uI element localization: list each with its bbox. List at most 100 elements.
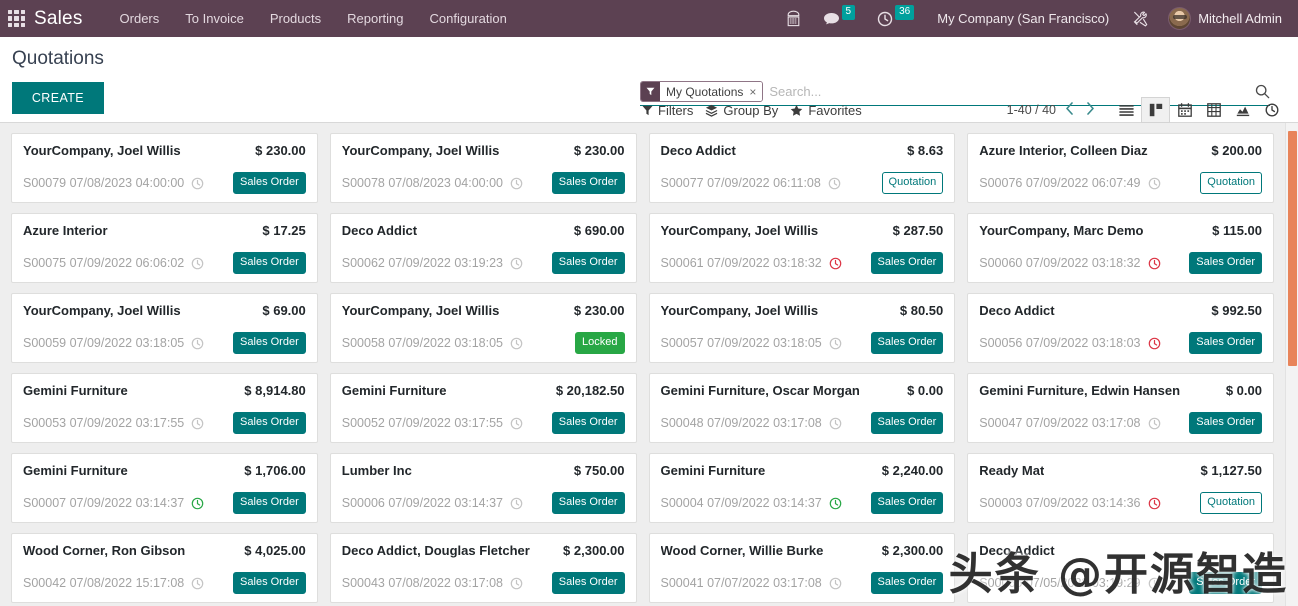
kanban-cell: Gemini Furniture $ 8,914.80 S00053 07/09/2… (5, 368, 324, 448)
kanban-card-header: Gemini Furniture $ 8,914.80 (23, 383, 306, 398)
kanban-card[interactable]: Wood Corner, Willie Burke $ 2,300.00 S0004… (648, 533, 956, 603)
messages-button[interactable]: 5 (812, 3, 867, 34)
filter-funnel-icon (642, 105, 653, 115)
activity-clock-icon[interactable] (1148, 577, 1161, 590)
activity-clock-icon[interactable] (191, 417, 204, 430)
kanban-card-header: Deco Addict $ 992.50 (979, 303, 1262, 318)
kanban-card[interactable]: Lumber Inc $ 750.00 S00006 07/09/2022 03:1… (329, 453, 637, 523)
kanban-card[interactable]: Gemini Furniture $ 8,914.80 S00053 07/09/2… (11, 373, 318, 443)
activity-clock-icon[interactable] (829, 417, 842, 430)
activity-clock-icon[interactable] (828, 177, 841, 190)
order-reference: S00065 07/05/2022 03:19:29 (979, 576, 1141, 590)
kanban-card[interactable]: Gemini Furniture $ 2,240.00 S00004 07/09/2… (648, 453, 956, 523)
pager-previous-icon[interactable] (1062, 102, 1077, 118)
activity-clock-icon[interactable] (829, 257, 842, 270)
activity-clock-icon[interactable] (1148, 417, 1161, 430)
activity-clock-icon-svg (191, 257, 204, 269)
kanban-card-footer: S00077 07/09/2022 06:11:08 Quotation (661, 172, 944, 194)
kanban-card-header: YourCompany, Joel Willis $ 230.00 (342, 143, 625, 158)
kanban-card[interactable]: YourCompany, Joel Willis $ 230.00 S00078 0… (329, 133, 637, 203)
activity-clock-icon[interactable] (1148, 337, 1161, 350)
activity-clock-icon[interactable] (191, 257, 204, 270)
kanban-card-header: Deco Addict, Douglas Fletcher $ 2,300.00 (342, 543, 625, 558)
tools-icon[interactable] (1121, 2, 1160, 35)
kanban-card[interactable]: Deco Addict $ 992.50 S00056 07/09/2022 03:… (967, 293, 1274, 363)
activity-clock-icon[interactable] (510, 337, 523, 350)
activity-clock-icon[interactable] (829, 337, 842, 350)
kanban-card[interactable]: Ready Mat $ 1,127.50 S00003 07/09/2022 03:… (967, 453, 1274, 523)
customer-name: Deco Addict (341, 223, 418, 238)
activity-clock-icon[interactable] (510, 257, 523, 270)
filters-dropdown[interactable]: Filters (640, 99, 703, 122)
activity-clock-icon[interactable] (1148, 497, 1161, 510)
kanban-card[interactable]: YourCompany, Joel Willis $ 230.00 S00058 0… (329, 293, 637, 363)
kanban-card[interactable]: YourCompany, Joel Willis $ 230.00 S00079 0… (11, 133, 318, 203)
status-badge: Sales Order (870, 332, 944, 354)
kanban-card[interactable]: YourCompany, Marc Demo $ 115.00 S00060 07/… (967, 213, 1274, 283)
menu-item-orders[interactable]: Orders (107, 1, 173, 36)
activity-clock-icon-svg (510, 497, 523, 509)
kanban-card[interactable]: Wood Corner, Ron Gibson $ 4,025.00 S00042 … (11, 533, 318, 603)
kanban-card[interactable]: Azure Interior, Colleen Diaz $ 200.00 S000… (967, 133, 1274, 203)
kanban-card[interactable]: Gemini Furniture, Oscar Morgan $ 0.00 S000… (648, 373, 956, 443)
kanban-card[interactable]: Deco Addict $ 690.00 S00062 07/09/2022 03:… (329, 213, 637, 283)
kanban-card[interactable]: Deco Addict $ 8.63 S00077 07/09/2022 06:11… (648, 133, 956, 203)
activity-clock-icon[interactable] (510, 177, 523, 190)
activity-clock-icon[interactable] (510, 417, 523, 430)
activity-clock-icon[interactable] (829, 497, 842, 510)
menu-item-to-invoice[interactable]: To Invoice (172, 1, 257, 36)
activity-clock-icon[interactable] (1148, 177, 1161, 190)
view-calendar-button[interactable] (1170, 97, 1199, 123)
view-pivot-button[interactable] (1199, 97, 1228, 123)
activity-clock-icon-svg (510, 417, 523, 429)
kanban-card[interactable]: YourCompany, Joel Willis $ 80.50 S00057 07… (648, 293, 956, 363)
activities-badge: 36 (895, 5, 915, 20)
activity-clock-icon[interactable] (191, 497, 204, 510)
pager-next-icon[interactable] (1083, 102, 1098, 118)
menu-item-configuration[interactable]: Configuration (417, 1, 520, 36)
user-menu[interactable]: Mitchell Admin (1160, 2, 1288, 35)
favorites-dropdown[interactable]: Favorites (788, 99, 871, 122)
menu-item-reporting[interactable]: Reporting (334, 1, 416, 36)
kanban-card-footer: S00003 07/09/2022 03:14:36 Quotation (979, 492, 1262, 514)
company-switcher[interactable]: My Company (San Francisco) (925, 2, 1121, 35)
vertical-scrollbar[interactable] (1285, 123, 1298, 606)
apps-grid-icon[interactable] (8, 10, 25, 27)
groupby-dropdown[interactable]: Group By (703, 99, 788, 122)
kanban-card[interactable]: Gemini Furniture $ 1,706.00 S00007 07/09/2… (11, 453, 318, 523)
order-amount: $ 8,914.80 (244, 383, 306, 398)
kanban-card[interactable]: Gemini Furniture $ 20,182.50 S00052 07/09/… (329, 373, 637, 443)
kanban-cell: Gemini Furniture $ 1,706.00 S00007 07/09/2… (5, 448, 324, 528)
status-badge: Sales Order (233, 492, 306, 514)
vertical-scrollbar-thumb[interactable] (1288, 131, 1297, 366)
kanban-card[interactable]: YourCompany, Joel Willis $ 69.00 S00059 07… (11, 293, 318, 363)
kanban-card[interactable]: Deco Addict, Douglas Fletcher $ 2,300.00 S… (329, 533, 637, 603)
activity-clock-icon[interactable] (191, 577, 204, 590)
activity-clock-icon[interactable] (510, 577, 523, 590)
kanban-card-footer: S00041 07/07/2022 03:17:08 Sales Order (661, 572, 944, 594)
activity-clock-icon[interactable] (191, 177, 204, 190)
view-activity-button[interactable] (1257, 97, 1286, 123)
activity-clock-icon[interactable] (191, 337, 204, 350)
view-list-button[interactable] (1112, 97, 1141, 123)
kanban-cell: Azure Interior, Colleen Diaz $ 200.00 S000… (961, 128, 1280, 208)
menu-item-products[interactable]: Products (257, 1, 334, 36)
app-brand-sales[interactable]: Sales (34, 8, 83, 30)
kanban-card[interactable]: Deco Addict S00065 07/05/2022 03:19:29 Sal… (967, 533, 1274, 603)
view-graph-button[interactable] (1228, 97, 1257, 123)
view-kanban-button[interactable] (1141, 97, 1170, 123)
kanban-card[interactable]: Gemini Furniture, Edwin Hansen $ 0.00 S000… (967, 373, 1274, 443)
activity-clock-icon[interactable] (1148, 257, 1161, 270)
customer-name: Azure Interior, Colleen Diaz (979, 143, 1148, 158)
kanban-card[interactable]: YourCompany, Joel Willis $ 287.50 S00061 0… (648, 213, 956, 283)
top-navbar: Sales Orders To Invoice Products Reporti… (0, 0, 1298, 37)
kanban-card[interactable]: Azure Interior $ 17.25 S00075 07/09/2022 0… (11, 213, 318, 283)
activity-clock-icon[interactable] (510, 497, 523, 510)
create-button[interactable]: CREATE (12, 82, 104, 114)
activity-clock-icon[interactable] (829, 577, 842, 590)
activities-button[interactable]: 36 (866, 3, 925, 35)
dialpad-icon[interactable] (775, 2, 812, 35)
activity-clock-icon-svg (829, 337, 842, 349)
clock-icon (1265, 103, 1278, 117)
pager-value[interactable]: 1-40 / 40 (1007, 103, 1056, 117)
